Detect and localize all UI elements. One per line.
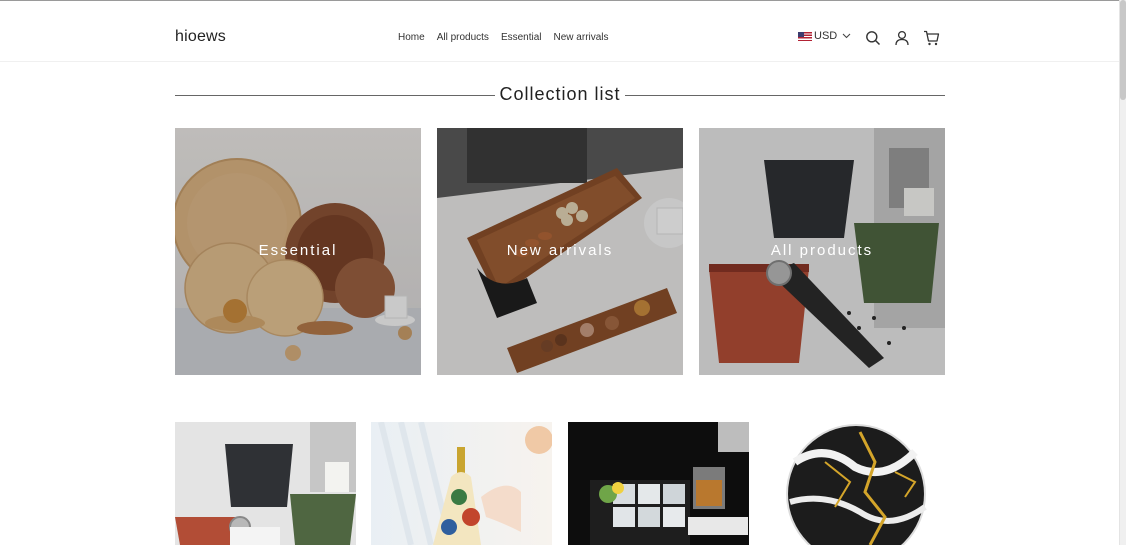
heading-divider-right bbox=[625, 95, 945, 96]
ice-cube-tray-image bbox=[568, 422, 749, 545]
collection-label: Essential bbox=[258, 242, 338, 259]
marble-coaster-image bbox=[765, 422, 946, 545]
currency-label: USD bbox=[814, 30, 838, 42]
main-nav: Home All products Essential New arrivals bbox=[398, 32, 609, 43]
nav-home[interactable]: Home bbox=[398, 32, 425, 43]
site-header: hioews Home All products Essential New a… bbox=[0, 1, 1120, 62]
product-card[interactable] bbox=[765, 422, 946, 545]
ceramic-oil-bottle-image bbox=[371, 422, 552, 545]
account-icon[interactable] bbox=[894, 30, 910, 46]
product-card[interactable] bbox=[371, 422, 552, 545]
currency-selector[interactable]: USD bbox=[798, 30, 851, 42]
us-flag-icon bbox=[798, 31, 812, 41]
collection-label: New arrivals bbox=[506, 242, 614, 259]
chevron-down-icon bbox=[842, 30, 851, 42]
site-logo[interactable]: hioews bbox=[175, 28, 226, 46]
collection-label: All products bbox=[770, 242, 874, 259]
collection-card-new-arrivals[interactable]: New arrivals bbox=[437, 128, 683, 375]
cart-icon[interactable] bbox=[923, 30, 940, 46]
coffee-knock-boxes-image bbox=[175, 422, 356, 545]
product-card[interactable] bbox=[568, 422, 749, 545]
collection-card-essential[interactable]: Essential bbox=[175, 128, 421, 375]
scrollbar-thumb[interactable] bbox=[1120, 0, 1126, 100]
section-heading: Collection list bbox=[175, 84, 945, 108]
nav-essential[interactable]: Essential bbox=[501, 32, 542, 43]
nav-all-products[interactable]: All products bbox=[437, 32, 489, 43]
product-card[interactable] bbox=[175, 422, 356, 545]
collection-card-all-products[interactable]: All products bbox=[699, 128, 945, 375]
search-icon[interactable] bbox=[865, 30, 881, 46]
nav-new-arrivals[interactable]: New arrivals bbox=[554, 32, 609, 43]
